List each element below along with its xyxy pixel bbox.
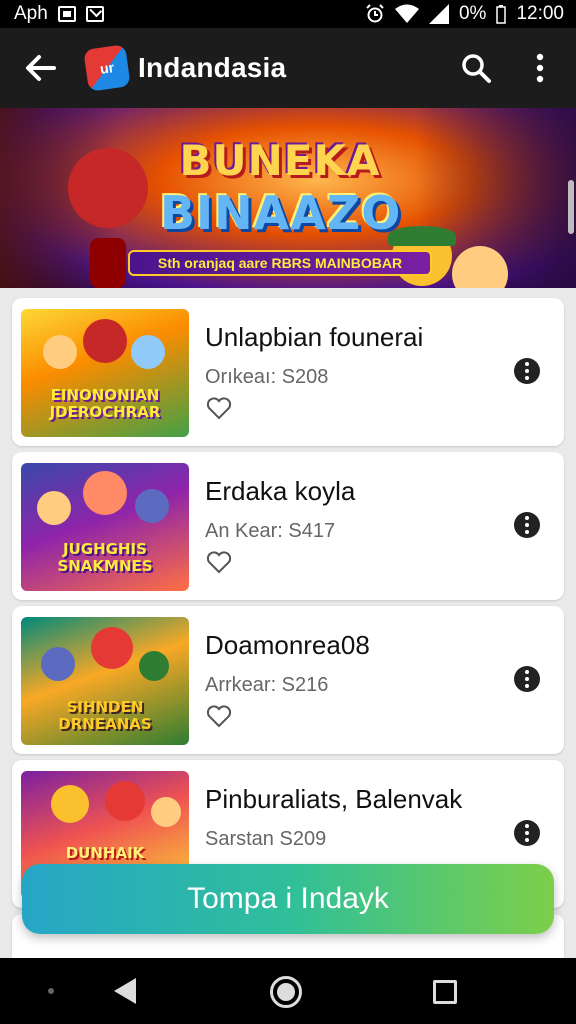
app-bar: ur Indandasia — [0, 28, 576, 108]
item-title: Doamonrea08 — [205, 630, 370, 660]
mail-notification-icon — [85, 6, 104, 22]
more-dot — [525, 838, 529, 842]
scrollbar[interactable] — [568, 180, 574, 234]
search-icon — [462, 54, 491, 83]
item-thumbnail: EINONONIAN JDEROCHRAR — [21, 309, 189, 437]
more-dot — [525, 362, 529, 366]
banner-subtitle: Sth oranjaq aare RBRS MAINBOBAR — [128, 250, 432, 276]
clock: 12:00 — [516, 3, 564, 24]
nav-back-icon[interactable] — [114, 978, 136, 1004]
nav-indicator-dot — [48, 988, 54, 994]
thumb-character — [135, 489, 169, 523]
more-dot — [525, 376, 529, 380]
status-right: 0% 12:00 — [365, 3, 564, 25]
thumb-character — [105, 781, 145, 821]
system-nav-bar — [0, 958, 576, 1024]
more-dot — [525, 530, 529, 534]
app-title: Indandasia — [138, 52, 287, 83]
item-subtitle: Arrkear: S216 — [205, 674, 329, 696]
more-vert-icon — [536, 53, 544, 83]
status-app-label: Aph — [14, 3, 48, 24]
item-title: Pinburaliats, Balenvak — [205, 784, 463, 814]
item-title: Erdaka koyla — [205, 476, 356, 506]
thumb-character — [151, 797, 181, 827]
more-dot — [525, 677, 529, 681]
thumb-character — [41, 647, 75, 681]
thumb-character — [83, 471, 127, 515]
battery-icon — [496, 5, 507, 24]
thumb-character — [91, 627, 133, 669]
thumb-character — [83, 319, 127, 363]
thumb-title: SIHNDEN DRNEANAS — [58, 698, 152, 733]
signal-icon — [428, 4, 449, 24]
primary-action-button[interactable]: Tompa i Indayk — [22, 864, 554, 934]
heart-icon[interactable] — [205, 548, 233, 576]
list-item[interactable]: JUGHGHIS SNAKMNES Erdaka koyla An Kear: … — [12, 452, 564, 600]
more-dot — [525, 369, 529, 373]
item-more-button[interactable] — [514, 512, 540, 538]
item-thumbnail: JUGHGHIS SNAKMNES — [21, 463, 189, 591]
banner-title-line1: BUNEKA — [179, 136, 381, 185]
status-left: Aph — [14, 3, 104, 25]
more-dot — [525, 516, 529, 520]
heart-icon[interactable] — [205, 702, 233, 730]
more-dot — [525, 831, 529, 835]
more-dot — [525, 670, 529, 674]
alarm-icon — [366, 4, 384, 23]
status-bar: Aph 0% 12:00 — [0, 0, 576, 28]
more-dot — [525, 824, 529, 828]
thumb-character — [131, 335, 165, 369]
thumb-character — [43, 335, 77, 369]
list-item[interactable]: SIHNDEN DRNEANAS Doamonrea08 Arrkear: S2… — [12, 606, 564, 754]
promo-banner[interactable]: BUNEKA BINAAZO Sth oranjaq aare RBRS MAI… — [0, 108, 576, 288]
banner-character-left-body — [90, 238, 126, 288]
item-subtitle: An Kear: S417 — [205, 520, 336, 542]
back-button[interactable] — [18, 46, 62, 90]
thumb-title: EINONONIAN JDEROCHRAR — [49, 386, 161, 421]
more-dot — [525, 523, 529, 527]
wifi-icon — [394, 4, 419, 23]
item-title: Unlapbian founerai — [205, 322, 424, 352]
thumb-character — [139, 651, 169, 681]
nav-recents-icon[interactable] — [433, 980, 457, 1004]
item-more-button[interactable] — [514, 820, 540, 846]
item-subtitle: Sarstan S209 — [205, 828, 327, 850]
nav-home-icon[interactable] — [270, 976, 302, 1008]
list-item[interactable]: EINONONIAN JDEROCHRAR Unlapbian founerai… — [12, 298, 564, 446]
more-options-button[interactable] — [518, 46, 562, 90]
image-notification-icon — [57, 6, 76, 22]
app-logo: ur — [83, 44, 131, 92]
banner-title-line2: BINAAZO — [160, 186, 402, 240]
heart-icon[interactable] — [205, 394, 233, 422]
thumb-character — [51, 785, 89, 823]
item-more-button[interactable] — [514, 666, 540, 692]
thumb-character — [37, 491, 71, 525]
item-list[interactable]: EINONONIAN JDEROCHRAR Unlapbian founerai… — [0, 288, 576, 958]
item-subtitle: Orıkeaı: S208 — [205, 366, 329, 388]
battery-percent: 0% — [458, 3, 487, 24]
item-thumbnail: SIHNDEN DRNEANAS — [21, 617, 189, 745]
app-logo-text: ur — [98, 59, 116, 77]
banner-character-left — [68, 148, 148, 228]
back-arrow-icon — [26, 55, 56, 81]
item-more-button[interactable] — [514, 358, 540, 384]
more-dot — [525, 684, 529, 688]
search-button[interactable] — [454, 46, 498, 90]
thumb-title: JUGHGHIS SNAKMNES — [57, 540, 153, 575]
